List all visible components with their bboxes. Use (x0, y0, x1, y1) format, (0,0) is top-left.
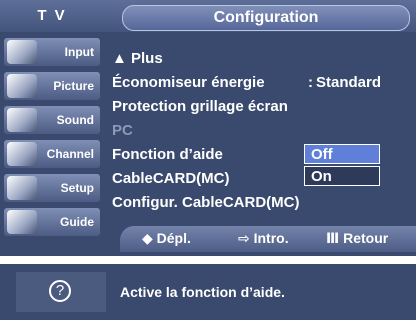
sidebar-item-setup[interactable]: Setup (4, 174, 100, 202)
return-hint: Ⅲ Retour (326, 230, 389, 246)
move-hint: ◆ Dépl. (142, 230, 191, 246)
question-mark-icon: ? (49, 280, 71, 302)
menu-item-separator: : (308, 74, 313, 91)
sidebar-item-input[interactable]: Input (4, 38, 100, 66)
sidebar-item-label: Input (64, 45, 94, 59)
help-panel: ? Active la fonction d’aide. (0, 264, 416, 320)
sidebar-item-label: Guide (59, 215, 94, 229)
enter-hint: ⇨ Intro. (238, 230, 289, 246)
menu-item-label: Économiseur énergie (112, 74, 265, 91)
sidebar: Input Picture Sound Channel Setup Guide (0, 34, 104, 248)
sidebar-item-label: Channel (46, 147, 94, 161)
channel-icon (7, 142, 37, 166)
navigation-hints: ◆ Dépl. ⇨ Intro. Ⅲ Retour (120, 226, 416, 252)
sound-icon (7, 108, 37, 132)
help-text: Active la fonction d’aide. (120, 284, 285, 300)
menu-item-cablecard-setup[interactable]: Configur. CableCARD(MC) (112, 192, 300, 214)
help-icon-box: ? (16, 272, 106, 312)
menu-item-label: Protection grillage écran (112, 98, 288, 115)
menu-item-label: ▲ Plus (112, 50, 163, 67)
menu-item-energy-saver[interactable]: Économiseur énergie : Standard (112, 72, 412, 94)
menu-item-value: Standard (316, 74, 382, 91)
menu-item-label: PC (112, 122, 133, 139)
sidebar-item-guide[interactable]: Guide (4, 208, 100, 236)
osd-menu-panel: T V Configuration Input Picture Sound Ch… (0, 0, 416, 256)
setup-icon (7, 176, 37, 200)
sidebar-item-picture[interactable]: Picture (4, 72, 100, 100)
guide-icon (7, 210, 37, 234)
picture-icon (7, 74, 37, 98)
dropdown-option-off[interactable]: Off (304, 144, 380, 164)
menu-item-plus[interactable]: ▲ Plus (112, 48, 163, 70)
menu-title: Configuration (122, 5, 410, 31)
sidebar-item-sound[interactable]: Sound (4, 106, 100, 134)
sidebar-item-label: Sound (56, 113, 94, 127)
sidebar-item-label: Setup (60, 181, 94, 195)
menu-item-pc: PC (112, 120, 133, 142)
menu-item-label: Fonction d’aide (112, 146, 223, 163)
tv-label: T V (37, 7, 67, 24)
sidebar-item-label: Picture (53, 79, 94, 93)
menu-item-label: Configur. CableCARD(MC) (112, 194, 300, 211)
menu-item-cablecard[interactable]: CableCARD(MC) (112, 168, 230, 190)
dropdown-option-on[interactable]: On (304, 166, 380, 186)
sidebar-item-channel[interactable]: Channel (4, 140, 100, 168)
top-bar: T V Configuration (0, 0, 416, 32)
menu-item-screen-burn-protection[interactable]: Protection grillage écran (112, 96, 288, 118)
menu-item-label: CableCARD(MC) (112, 170, 230, 187)
input-icon (7, 40, 37, 64)
